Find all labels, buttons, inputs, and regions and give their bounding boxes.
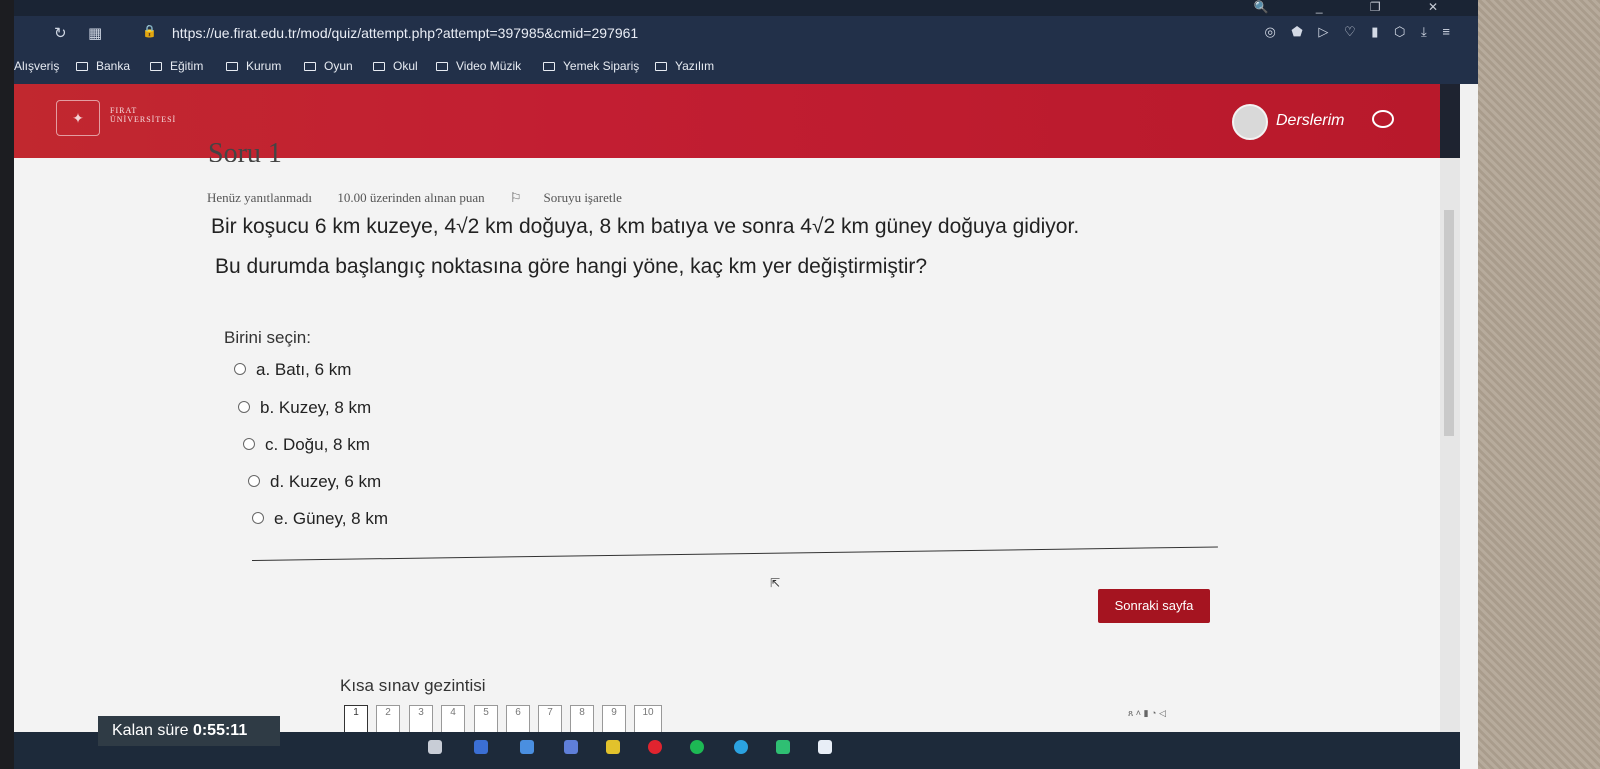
taskbar-app-icon[interactable] — [428, 740, 442, 754]
question-text-line1: Bir koşucu 6 km kuzeye, 4√2 km doğuya, 8… — [211, 215, 1080, 238]
volume-icon[interactable]: ◁ — [1159, 708, 1166, 718]
answer-option-d[interactable]: d. Kuzey, 6 km — [248, 472, 381, 492]
folder-icon — [304, 62, 316, 71]
folder-icon — [150, 62, 162, 71]
bookmarks-bar: Alışveriş Banka Eğitim Kurum Oyun Okul V… — [0, 50, 1478, 84]
spotify-icon[interactable] — [690, 740, 704, 754]
window-controls[interactable]: 🔍 _ ❐ ✕ — [1254, 0, 1460, 14]
time-remaining-label: Kalan süre — [112, 722, 189, 739]
bookmark-item[interactable]: Banka — [76, 59, 130, 73]
flag-question-link[interactable]: ⚐ Soruyu işaretle — [510, 190, 644, 205]
shield-icon[interactable]: ⬟ — [1291, 24, 1302, 39]
lock-icon[interactable]: 🔒 — [142, 24, 157, 40]
question-info: Henüz yanıtlanmadı 10.00 üzerinden alına… — [207, 190, 666, 206]
university-logo-text: FIRAT ÜNİVERSİTESİ — [110, 106, 177, 124]
main-content — [14, 158, 1440, 769]
chevron-up-icon[interactable]: ˄ — [1136, 708, 1141, 718]
battery-icon[interactable]: ▮ — [1144, 708, 1149, 718]
bookmark-item[interactable]: Eğitim — [150, 59, 203, 73]
radio-button[interactable] — [248, 475, 260, 487]
chat-icon[interactable] — [1372, 110, 1394, 128]
answer-prompt: Birini seçin: — [224, 328, 311, 347]
bookmark-item[interactable]: Alışveriş — [14, 59, 59, 73]
folder-icon — [226, 62, 238, 71]
avatar[interactable] — [1232, 104, 1268, 140]
taskbar-app-icon[interactable] — [520, 740, 534, 754]
answer-option-b[interactable]: b. Kuzey, 8 km — [238, 398, 371, 418]
bookmark-item[interactable]: Yazılım — [655, 59, 714, 73]
radio-button[interactable] — [234, 363, 246, 375]
mouse-cursor-icon: ⇱ — [770, 576, 781, 590]
university-logo-icon[interactable]: ✦ — [56, 100, 100, 136]
opera-icon[interactable] — [648, 740, 662, 754]
bookmark-item[interactable]: Video Müzik — [436, 59, 521, 73]
quiz-nav-page-button[interactable]: 1 — [344, 705, 368, 735]
taskbar-app-icon[interactable] — [818, 740, 832, 754]
question-text-line2: Bu durumda başlangıç noktasına göre hang… — [215, 255, 928, 278]
taskbar-app-icon[interactable] — [606, 740, 620, 754]
people-icon[interactable]: ጸ — [1128, 708, 1133, 718]
radio-button[interactable] — [238, 401, 250, 413]
url-field[interactable]: https://ue.firat.edu.tr/mod/quiz/attempt… — [172, 25, 638, 41]
answer-option-e[interactable]: e. Güney, 8 km — [252, 509, 388, 529]
folder-icon — [76, 62, 88, 71]
flag-icon: ⚐ — [509, 190, 522, 205]
user-menu-label[interactable]: Derslerim — [1276, 112, 1344, 130]
whatsapp-icon[interactable] — [776, 740, 790, 754]
menu-icon[interactable]: ≡ — [1442, 24, 1450, 39]
wifi-icon[interactable]: ◔ — [1151, 708, 1156, 718]
reload-icon[interactable]: ↻ — [54, 24, 67, 42]
folder-icon — [543, 62, 555, 71]
radio-button[interactable] — [243, 438, 255, 450]
time-remaining-value: 0:55:11 — [192, 722, 248, 739]
speed-dial-icon[interactable]: ▦ — [88, 24, 102, 42]
telegram-icon[interactable] — [734, 740, 748, 754]
camera-icon[interactable]: ◎ — [1264, 24, 1275, 39]
desk-background — [1478, 0, 1600, 769]
next-page-button[interactable]: Sonraki sayfa — [1098, 589, 1210, 623]
folder-icon — [655, 62, 667, 71]
quiz-nav-page-button[interactable]: 10 — [634, 705, 662, 735]
taskbar-app-icon[interactable] — [564, 740, 578, 754]
question-title: Soru 1 — [208, 138, 282, 162]
bookmark-item[interactable]: Okul — [373, 59, 418, 73]
vpn-icon[interactable]: ⬡ — [1394, 24, 1405, 39]
extension-icon[interactable]: ▮ — [1371, 24, 1378, 39]
header-scroll-area — [1440, 84, 1460, 158]
radio-button[interactable] — [252, 512, 264, 524]
bookmark-item[interactable]: Yemek Sipariş — [543, 59, 639, 73]
quiz-nav-page-button[interactable]: 8 — [570, 705, 594, 735]
quiz-nav-page-button[interactable]: 6 — [506, 705, 530, 735]
quiz-nav-page-button[interactable]: 4 — [441, 705, 465, 735]
quiz-nav-page-button[interactable]: 9 — [602, 705, 626, 735]
question-status: Henüz yanıtlanmadı — [207, 190, 313, 205]
quiz-nav-page-button[interactable]: 5 — [474, 705, 498, 735]
taskbar-app-icon[interactable] — [474, 740, 488, 754]
bookmark-item[interactable]: Oyun — [304, 59, 353, 73]
monitor-bezel — [0, 0, 14, 769]
heart-icon[interactable]: ♡ — [1344, 24, 1356, 39]
quiz-navigation-heading: Kısa sınav gezintisi — [340, 676, 486, 695]
folder-icon — [373, 62, 385, 71]
folder-icon — [436, 62, 448, 71]
download-icon[interactable]: ⤓ — [1421, 24, 1427, 39]
bookmark-item[interactable]: Kurum — [226, 59, 281, 73]
scrollbar-thumb[interactable] — [1444, 210, 1454, 436]
answer-option-a[interactable]: a. Batı, 6 km — [234, 360, 351, 380]
time-remaining-block: Kalan süre 0:55:11 — [98, 716, 280, 746]
address-bar-tools: ◎ ⬟ ▷ ♡ ▮ ⬡ ⤓ ≡ — [1252, 24, 1450, 40]
quiz-nav-page-button[interactable]: 2 — [376, 705, 400, 735]
monitor-screen: 🔍 _ ❐ ✕ ↻ ▦ 🔒 https://ue.firat.edu.tr/mo… — [0, 0, 1478, 769]
system-tray: ጸ ˄ ▮ ◔ ◁ — [1128, 708, 1166, 719]
answer-option-c[interactable]: c. Doğu, 8 km — [243, 435, 370, 455]
question-points: 10.00 üzerinden alınan puan — [337, 190, 485, 205]
quiz-nav-page-button[interactable]: 7 — [538, 705, 562, 735]
quiz-nav-page-button[interactable]: 3 — [409, 705, 433, 735]
window-titlebar: 🔍 _ ❐ ✕ — [0, 0, 1478, 16]
play-icon[interactable]: ▷ — [1318, 24, 1328, 39]
address-bar: ↻ ▦ 🔒 https://ue.firat.edu.tr/mod/quiz/a… — [0, 16, 1478, 50]
